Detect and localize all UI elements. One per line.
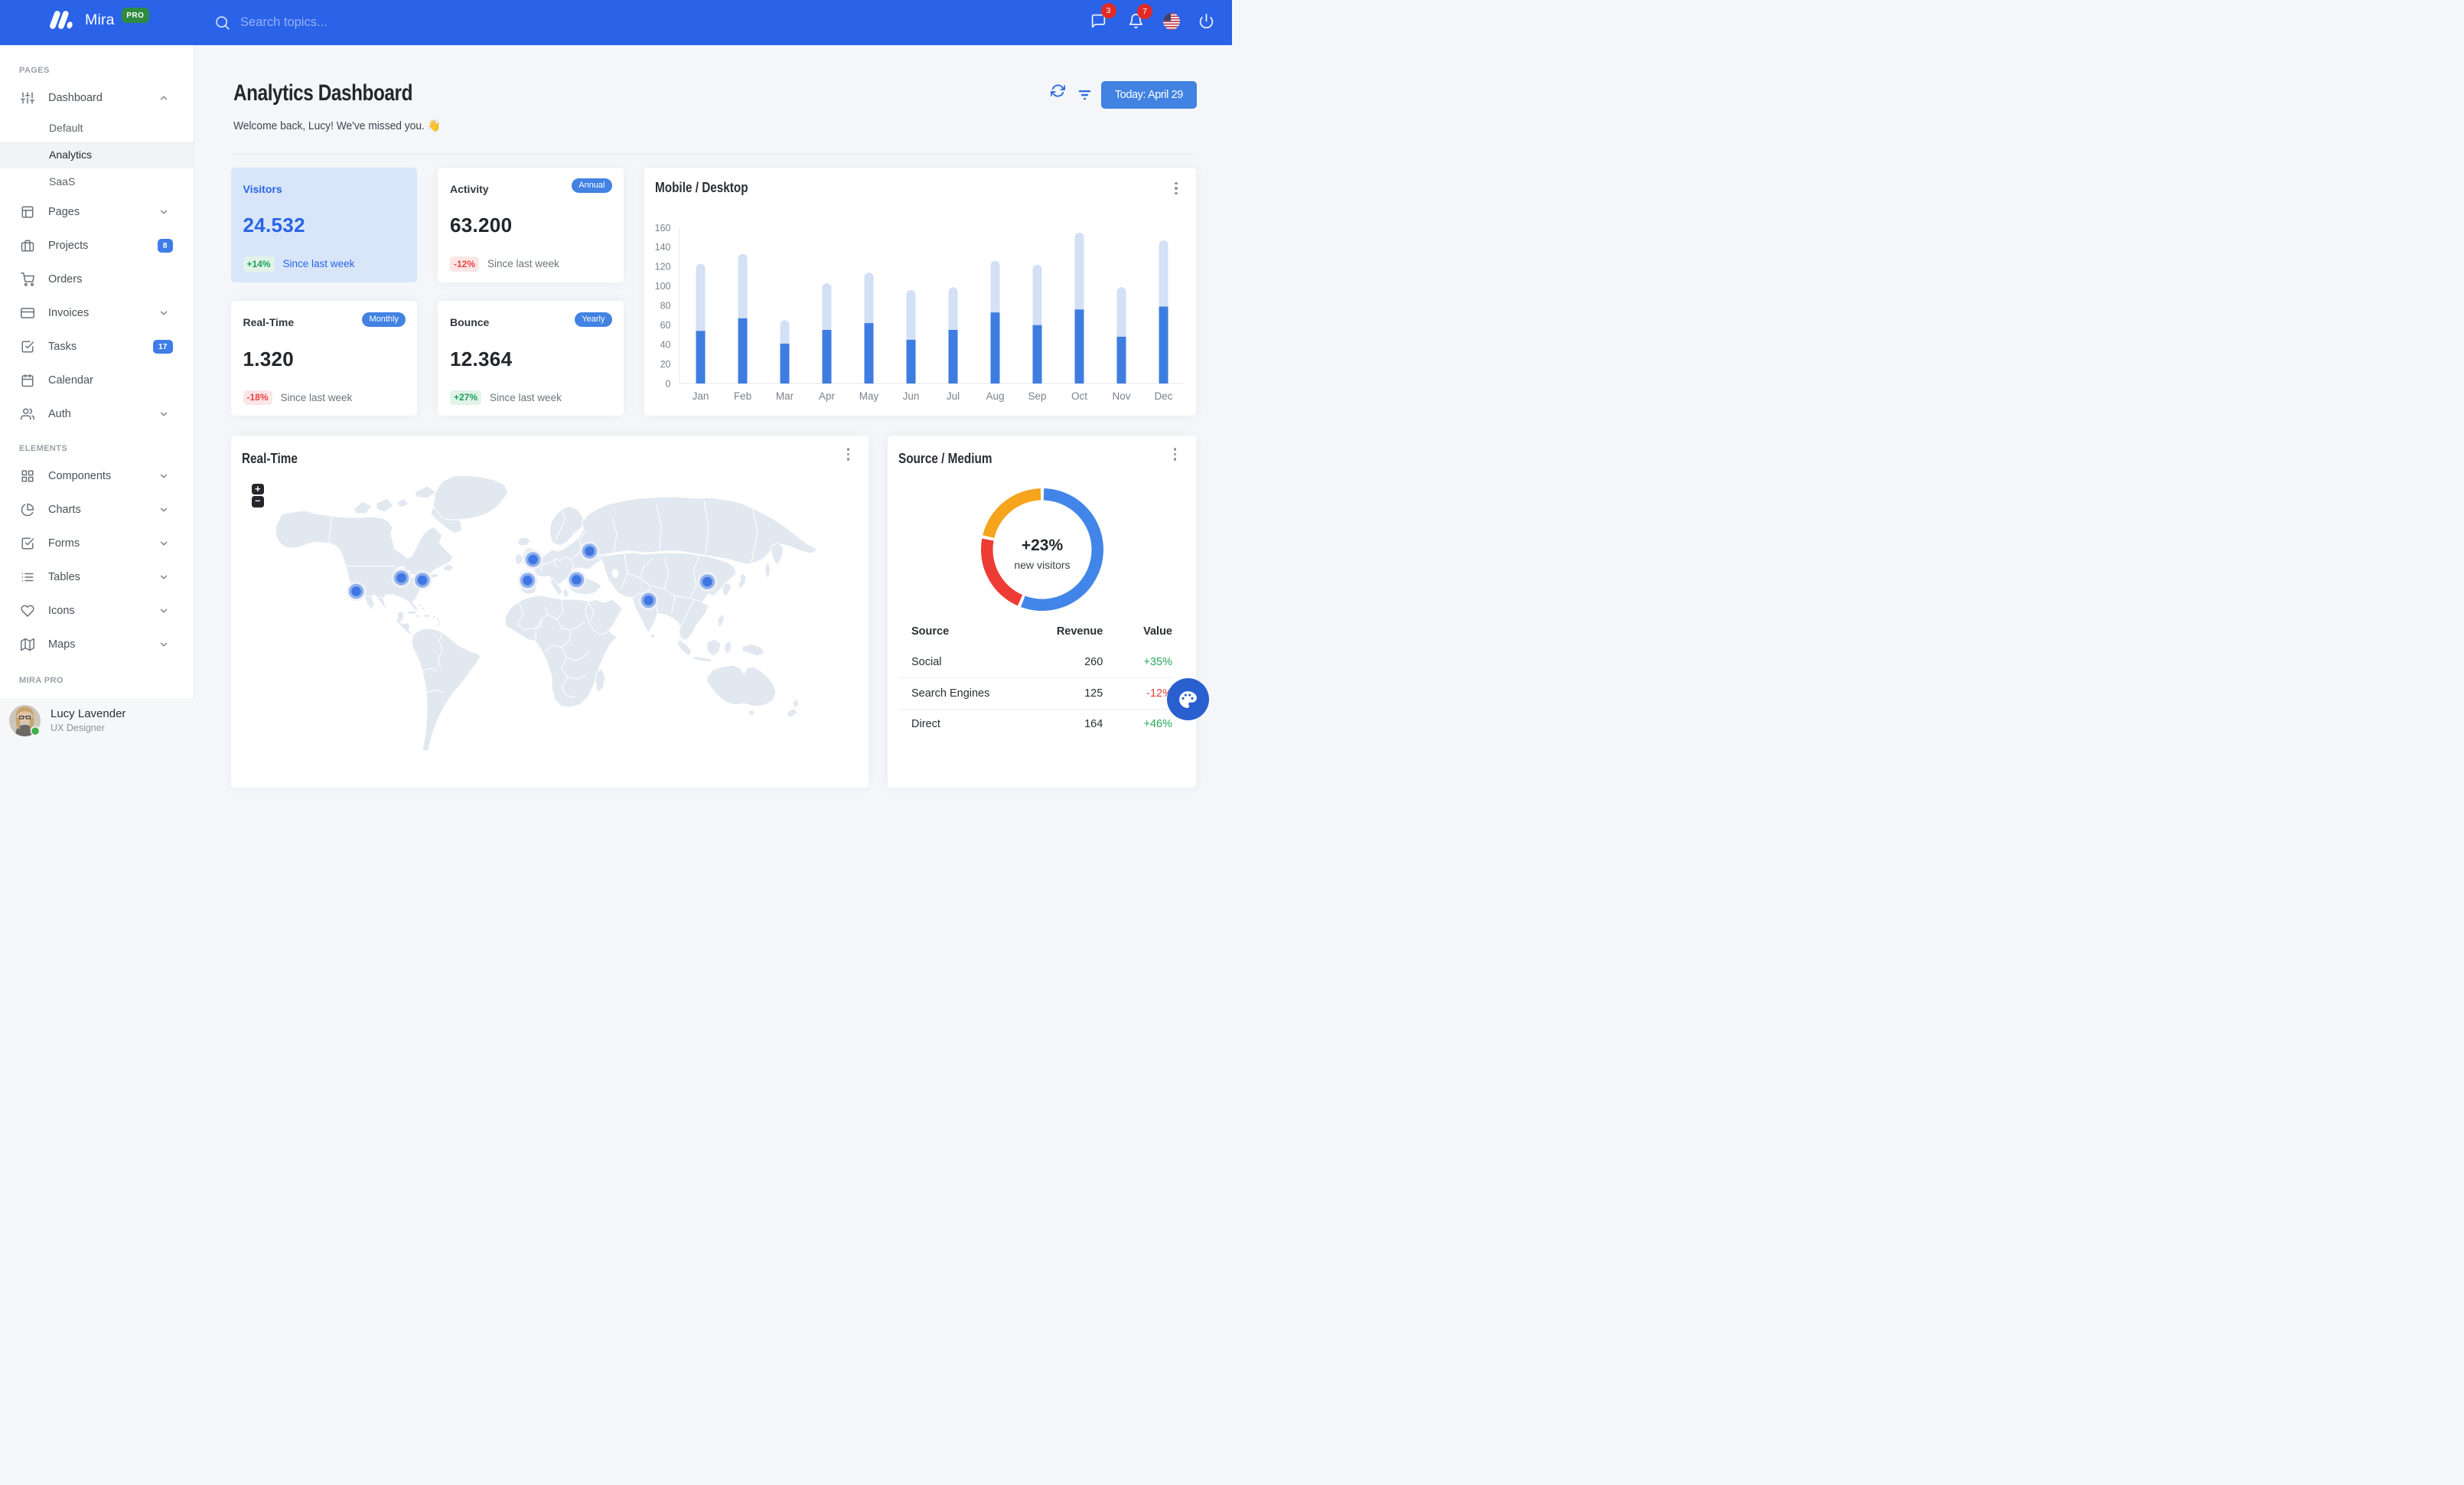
svg-text:Mar: Mar: [775, 390, 794, 402]
svg-text:Jul: Jul: [946, 390, 959, 402]
svg-text:Dec: Dec: [1154, 390, 1172, 402]
svg-text:Sep: Sep: [1028, 390, 1046, 402]
svg-text:Aug: Aug: [986, 390, 1004, 402]
svg-text:20: 20: [660, 358, 670, 369]
svg-text:May: May: [859, 390, 878, 402]
svg-text:100: 100: [654, 281, 670, 292]
svg-text:Jan: Jan: [692, 390, 709, 402]
svg-text:Jun: Jun: [902, 390, 919, 402]
svg-text:Nov: Nov: [1112, 390, 1130, 402]
svg-text:Oct: Oct: [1071, 390, 1087, 402]
svg-text:120: 120: [654, 261, 670, 272]
svg-text:160: 160: [654, 222, 670, 233]
svg-text:140: 140: [654, 242, 670, 253]
svg-text:80: 80: [660, 300, 670, 311]
svg-text:Feb: Feb: [733, 390, 751, 402]
svg-text:40: 40: [660, 339, 670, 350]
svg-text:0: 0: [665, 378, 670, 389]
svg-text:Apr: Apr: [818, 390, 835, 402]
svg-text:60: 60: [660, 320, 670, 331]
